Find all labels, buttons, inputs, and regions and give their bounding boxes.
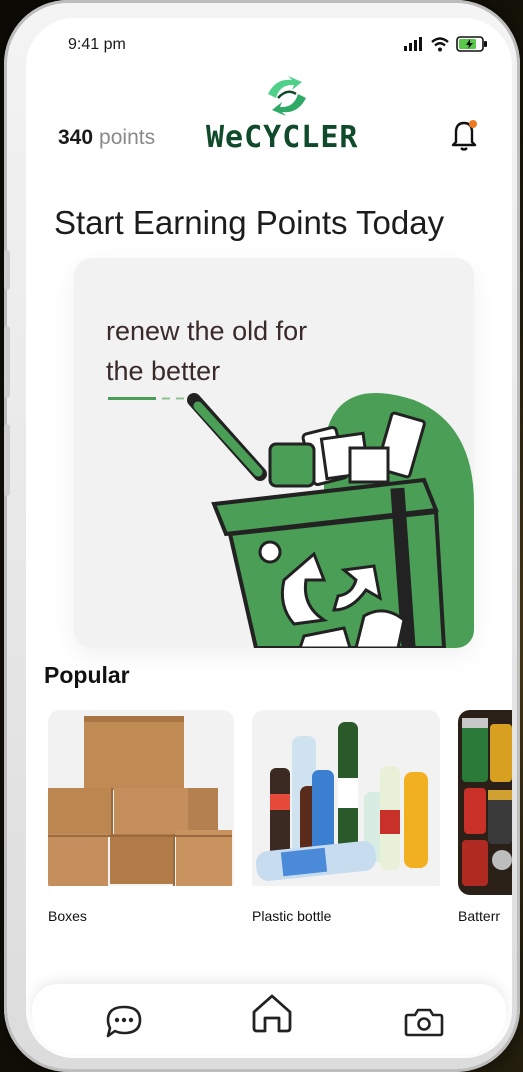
hero-line-2: the better <box>106 356 221 386</box>
phone-frame: 9:41 pm 340 points WeCYCLER Start Earnin… <box>4 0 520 1072</box>
hero-banner[interactable]: renew the old for the better <box>74 258 474 648</box>
signal-icon <box>404 37 422 51</box>
points-value: 340 <box>58 126 94 149</box>
batteries-image <box>458 710 512 895</box>
battery-icon <box>456 36 487 52</box>
brand-name: WeCYCLER <box>206 120 359 155</box>
popular-heading: Popular <box>44 662 130 688</box>
popular-card-boxes[interactable] <box>48 710 234 895</box>
status-icons <box>404 36 488 52</box>
side-button <box>4 326 10 398</box>
popular-card-plastic-bottle[interactable] <box>252 710 440 895</box>
home-icon[interactable] <box>250 992 294 1034</box>
headline: Start Earning Points Today <box>54 204 445 241</box>
status-time: 9:41 pm <box>68 36 126 53</box>
bell-icon[interactable] <box>450 118 480 152</box>
camera-icon[interactable] <box>404 1006 444 1038</box>
popular-card-batteries[interactable] <box>458 710 512 895</box>
side-button <box>4 250 10 290</box>
hero-line-1: renew the old for <box>106 316 308 346</box>
points-balance: 340 points <box>58 126 155 150</box>
popular-label-boxes: Boxes <box>48 908 87 924</box>
boxes-image <box>48 716 234 895</box>
recycle-logo-icon <box>268 76 306 116</box>
popular-label-plastic-bottle: Plastic bottle <box>252 908 332 924</box>
app-screen: 9:41 pm 340 points WeCYCLER Start Earnin… <box>26 18 512 1058</box>
wifi-icon <box>431 36 449 51</box>
bottom-nav <box>32 984 506 1054</box>
points-unit: points <box>99 126 156 149</box>
chat-icon[interactable] <box>104 1004 144 1040</box>
plastic-bottles-image <box>252 722 440 895</box>
popular-label-batteries: Batterr <box>458 908 501 924</box>
notification-dot <box>469 120 477 128</box>
side-button <box>4 424 10 496</box>
recycling-bin-illustration <box>187 392 474 648</box>
